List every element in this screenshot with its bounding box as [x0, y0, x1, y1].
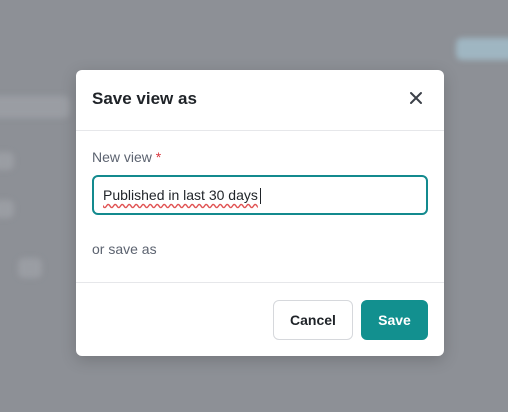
new-view-label: New view * [92, 149, 161, 165]
text-caret [260, 188, 261, 204]
background-content [0, 96, 70, 118]
dialog-footer: Cancel Save [76, 282, 444, 357]
new-view-label-text: New view [92, 149, 152, 165]
background-content [0, 200, 14, 218]
new-view-input[interactable]: Published in last 30 days [92, 175, 428, 215]
dialog-title: Save view as [92, 89, 197, 108]
background-content [18, 258, 42, 278]
background-content [456, 38, 508, 60]
save-button[interactable]: Save [361, 300, 428, 340]
save-view-dialog: Save view as New view * Published in las… [76, 70, 444, 356]
close-button[interactable] [404, 86, 428, 110]
background-content [0, 152, 14, 170]
required-marker: * [155, 149, 162, 165]
close-icon [410, 92, 422, 104]
dialog-header: Save view as [76, 70, 444, 131]
cancel-button[interactable]: Cancel [273, 300, 353, 340]
or-save-as-text: or save as [92, 241, 157, 257]
new-view-input-value: Published in last 30 days [103, 187, 258, 203]
